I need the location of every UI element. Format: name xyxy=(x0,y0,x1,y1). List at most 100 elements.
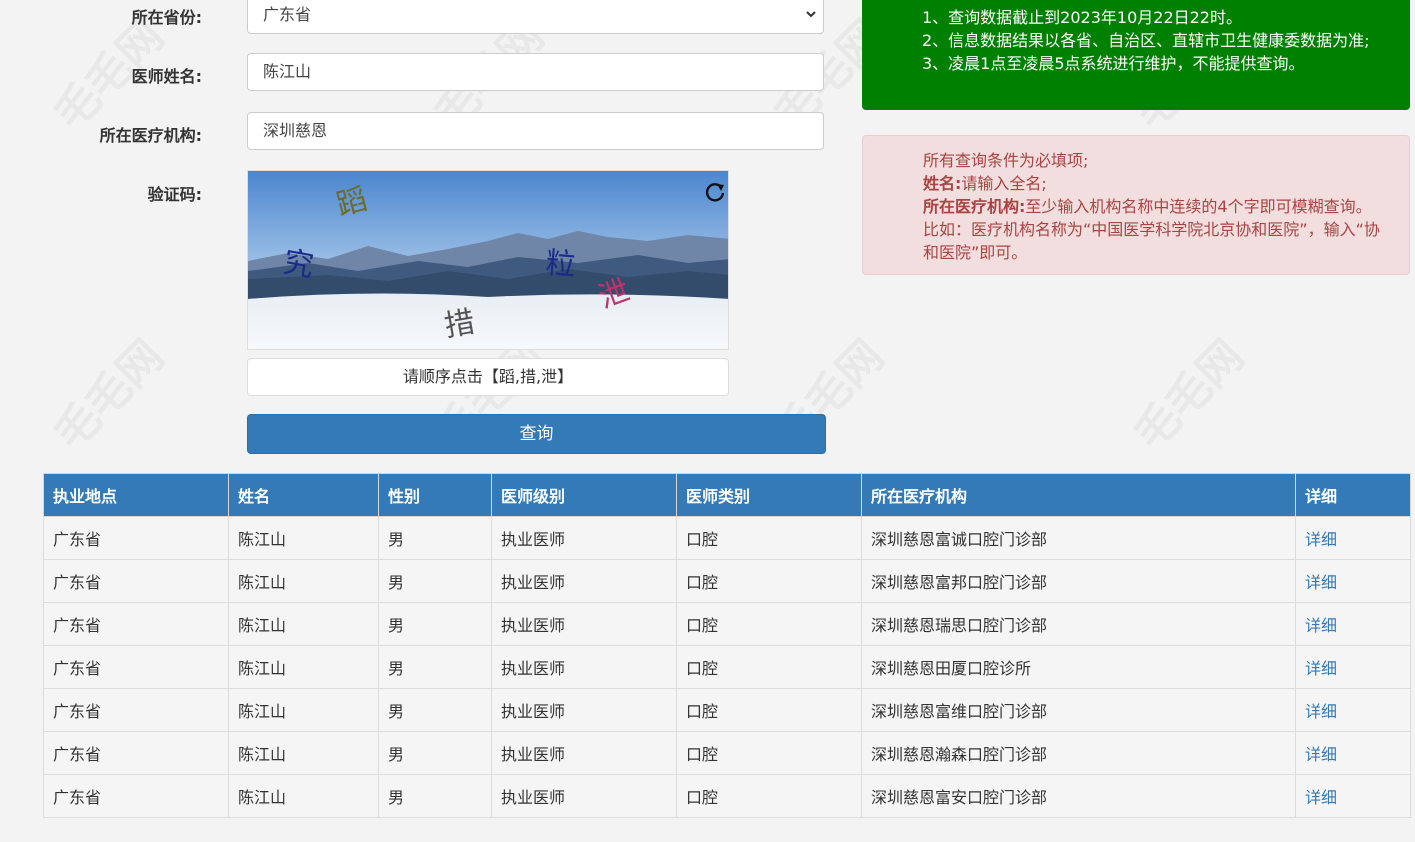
refresh-icon[interactable] xyxy=(704,181,726,207)
table-cell: 广东省 xyxy=(43,731,229,775)
captcha-char[interactable]: 粒 xyxy=(544,238,578,284)
column-header: 医师级别 xyxy=(491,473,677,517)
table-cell: 男 xyxy=(378,516,492,560)
table-row: 广东省 陈江山男执业医师 口腔 深圳慈恩田厦口腔诊所 详细 xyxy=(43,645,1411,689)
table-cell: 陈江山 xyxy=(228,645,379,689)
table-cell: 陈江山 xyxy=(228,602,379,646)
detail-link[interactable]: 详细 xyxy=(1305,788,1337,807)
detail-link[interactable]: 详细 xyxy=(1305,659,1337,678)
notice-line: 2、信息数据结果以各省、自治区、直辖市卫生健康委数据为准; xyxy=(922,31,1370,50)
org-label: 所在医疗机构: xyxy=(99,126,202,145)
table-cell: 口腔 xyxy=(676,774,862,818)
table-cell: 深圳慈恩富邦口腔门诊部 xyxy=(861,559,1296,603)
column-header: 性别 xyxy=(378,473,492,517)
table-cell: 陈江山 xyxy=(228,559,379,603)
province-select-value: 广东省 xyxy=(263,5,312,24)
table-cell: 男 xyxy=(378,688,492,732)
watermark-text: 毛毛网 xyxy=(1117,323,1256,462)
table-cell: 广东省 xyxy=(43,645,229,689)
column-header: 医师类别 xyxy=(676,473,862,517)
detail-link[interactable]: 详细 xyxy=(1305,745,1337,764)
table-cell: 广东省 xyxy=(43,774,229,818)
query-button[interactable]: 查询 xyxy=(247,414,826,454)
tips-box: 所有查询条件为必填项; 姓名:请输入全名; 所在医疗机构:至少输入机构名称中连续… xyxy=(862,135,1410,275)
table-cell: 执业医师 xyxy=(491,559,677,603)
table-header-row: 执业地点 姓名 性别 医师级别 医师类别 所在医疗机构 详细 xyxy=(43,473,1411,517)
table-cell: 深圳慈恩瀚森口腔门诊部 xyxy=(861,731,1296,775)
table-cell: 口腔 xyxy=(676,559,862,603)
table-cell: 详细 xyxy=(1295,774,1411,818)
table-cell: 执业医师 xyxy=(491,645,677,689)
table-row: 广东省 陈江山男执业医师 口腔 深圳慈恩瑞思口腔门诊部 详细 xyxy=(43,602,1411,646)
table-cell: 男 xyxy=(378,559,492,603)
captcha-hint: 请顺序点击【蹈,措,泄】 xyxy=(247,358,729,396)
table-cell: 口腔 xyxy=(676,731,862,775)
table-cell: 深圳慈恩田厦口腔诊所 xyxy=(861,645,1296,689)
table-cell: 陈江山 xyxy=(228,774,379,818)
tips-text: 请输入全名; xyxy=(961,174,1047,193)
table-row: 广东省 陈江山男执业医师 口腔 深圳慈恩瀚森口腔门诊部 详细 xyxy=(43,731,1411,775)
table-cell: 男 xyxy=(378,645,492,689)
detail-link[interactable]: 详细 xyxy=(1305,702,1337,721)
table-cell: 男 xyxy=(378,602,492,646)
table-cell: 陈江山 xyxy=(228,688,379,732)
table-cell: 广东省 xyxy=(43,516,229,560)
table-cell: 陈江山 xyxy=(228,731,379,775)
org-value: 深圳慈恩 xyxy=(263,121,328,140)
table-cell: 详细 xyxy=(1295,559,1411,603)
table-row: 广东省 陈江山男执业医师 口腔 深圳慈恩富邦口腔门诊部 详细 xyxy=(43,559,1411,603)
table-cell: 广东省 xyxy=(43,559,229,603)
tips-key: 姓名: xyxy=(923,174,962,193)
table-cell: 口腔 xyxy=(676,602,862,646)
watermark-text: 毛毛网 xyxy=(37,323,176,462)
org-input[interactable]: 深圳慈恩 xyxy=(247,112,824,150)
results-table: 执业地点 姓名 性别 医师级别 医师类别 所在医疗机构 详细 广东省 陈江山男执业… xyxy=(43,473,1411,818)
doctor-name-value: 陈江山 xyxy=(263,62,312,81)
column-header: 所在医疗机构 xyxy=(861,473,1296,517)
table-cell: 详细 xyxy=(1295,688,1411,732)
table-row: 广东省 陈江山男执业医师 口腔 深圳慈恩富维口腔门诊部 详细 xyxy=(43,688,1411,732)
column-header: 执业地点 xyxy=(43,473,229,517)
notice-line: 3、凌晨1点至凌晨5点系统进行维护，不能提供查询。 xyxy=(922,54,1305,73)
captcha-image[interactable]: 蹈 究 粒 泄 措 xyxy=(247,170,729,350)
table-row: 广东省 陈江山男执业医师 口腔 深圳慈恩富安口腔门诊部 详细 xyxy=(43,774,1411,818)
table-cell: 口腔 xyxy=(676,516,862,560)
column-header: 详细 xyxy=(1295,473,1411,517)
table-cell: 执业医师 xyxy=(491,774,677,818)
tips-line: 姓名:请输入全名; xyxy=(923,172,1385,195)
captcha-background xyxy=(248,171,728,349)
tips-line: 所有查询条件为必填项; xyxy=(923,151,1089,170)
notice-box: 1、查询数据截止到2023年10月22日22时。 2、信息数据结果以各省、自治区… xyxy=(862,0,1410,110)
province-label: 所在省份: xyxy=(131,8,202,27)
province-select[interactable]: 广东省 xyxy=(247,0,824,34)
table-cell: 口腔 xyxy=(676,645,862,689)
table-cell: 详细 xyxy=(1295,602,1411,646)
doctor-name-input[interactable]: 陈江山 xyxy=(247,53,824,91)
name-label: 医师姓名: xyxy=(131,67,202,86)
table-cell: 广东省 xyxy=(43,688,229,732)
table-cell: 详细 xyxy=(1295,645,1411,689)
table-cell: 执业医师 xyxy=(491,731,677,775)
chevron-down-icon xyxy=(805,0,817,48)
detail-link[interactable]: 详细 xyxy=(1305,616,1337,635)
table-cell: 深圳慈恩富诚口腔门诊部 xyxy=(861,516,1296,560)
table-cell: 男 xyxy=(378,731,492,775)
detail-link[interactable]: 详细 xyxy=(1305,573,1337,592)
table-cell: 执业医师 xyxy=(491,602,677,646)
table-cell: 详细 xyxy=(1295,731,1411,775)
detail-link[interactable]: 详细 xyxy=(1305,530,1337,549)
table-cell: 执业医师 xyxy=(491,688,677,732)
tips-key: 所在医疗机构: xyxy=(923,197,1026,216)
table-cell: 深圳慈恩富安口腔门诊部 xyxy=(861,774,1296,818)
table-cell: 深圳慈恩瑞思口腔门诊部 xyxy=(861,602,1296,646)
column-header: 姓名 xyxy=(228,473,379,517)
tips-line: 所在医疗机构:至少输入机构名称中连续的4个字即可模糊查询。比如：医疗机构名称为“… xyxy=(923,195,1385,264)
table-cell: 男 xyxy=(378,774,492,818)
table-cell: 深圳慈恩富维口腔门诊部 xyxy=(861,688,1296,732)
table-cell: 口腔 xyxy=(676,688,862,732)
table-cell: 陈江山 xyxy=(228,516,379,560)
table-cell: 详细 xyxy=(1295,516,1411,560)
notice-line: 1、查询数据截止到2023年10月22日22时。 xyxy=(922,8,1242,27)
table-cell: 广东省 xyxy=(43,602,229,646)
captcha-label: 验证码: xyxy=(147,185,202,204)
